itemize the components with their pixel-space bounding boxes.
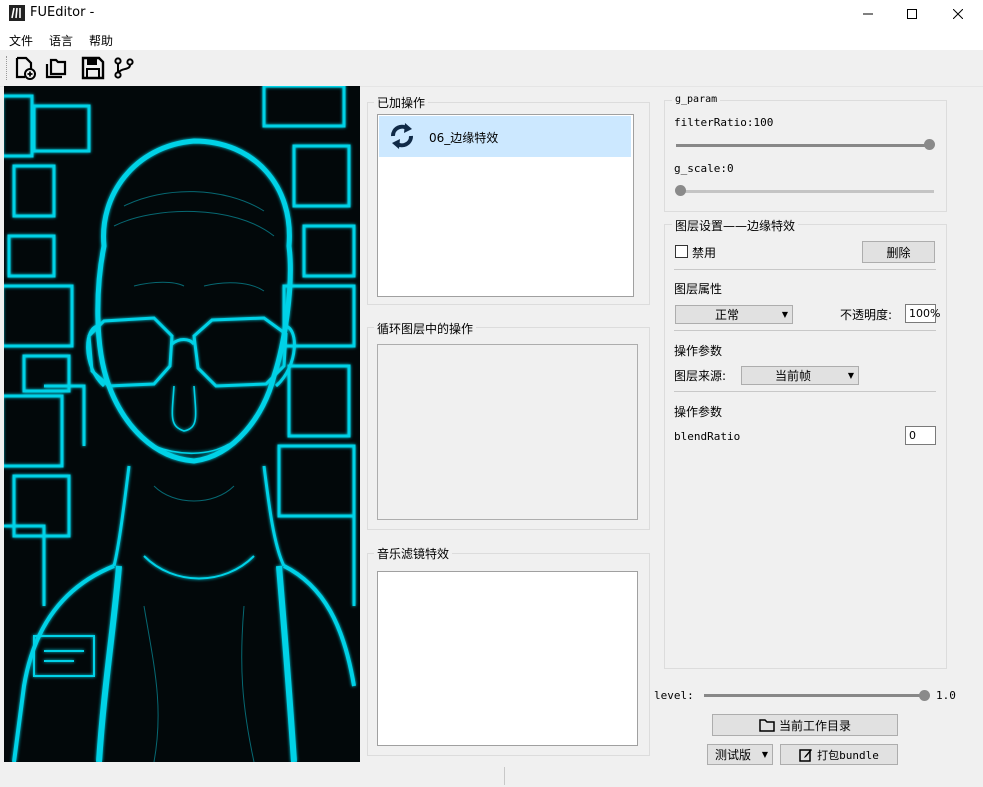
opacity-label: 不透明度: (840, 308, 893, 322)
layer-source-label: 图层来源: (674, 369, 727, 383)
level-value: 1.0 (936, 689, 956, 702)
music-filter-title: 音乐滤镜特效 (374, 545, 453, 562)
blend-ratio-input[interactable]: 0 (905, 426, 936, 445)
blend-mode-select[interactable]: 正常 ▼ (675, 305, 793, 324)
workdir-label: 当前工作目录 (778, 718, 851, 733)
pack-bundle-label: 打包bundle (817, 748, 879, 762)
chevron-down-icon: ▼ (781, 310, 789, 319)
opacity-input[interactable]: 100% (905, 304, 940, 323)
added-ops-title: 已加操作 (374, 94, 429, 111)
divider (674, 269, 936, 270)
version-select[interactable]: 测试版 ▼ (707, 744, 773, 765)
level-slider[interactable] (704, 694, 926, 697)
new-file-icon (15, 56, 36, 80)
new-file-button[interactable] (12, 55, 38, 81)
disable-checkbox[interactable] (675, 245, 688, 258)
level-slider-handle[interactable] (919, 690, 930, 701)
g-scale-slider-handle[interactable] (675, 185, 686, 196)
title-bar: FUEditor - (0, 0, 983, 28)
minimize-button[interactable] (845, 0, 891, 28)
preview-canvas[interactable] (4, 86, 360, 762)
level-label: level: (654, 689, 694, 702)
delete-button[interactable]: 删除 (862, 241, 935, 263)
save-button[interactable] (80, 55, 106, 81)
edit-icon (799, 748, 813, 762)
blend-ratio-label: blendRatio (674, 430, 741, 443)
g-scale-slider[interactable] (676, 190, 934, 193)
open-folder-button[interactable] (43, 55, 69, 81)
layer-props-title: 图层属性 (674, 282, 723, 296)
minimize-icon (863, 13, 873, 15)
open-folder-icon (45, 58, 67, 79)
blend-mode-value: 正常 (714, 308, 739, 322)
branch-icon (114, 57, 134, 79)
window-title: FUEditor - (30, 5, 95, 20)
status-divider (504, 767, 505, 785)
op-item-label: 06_边缘特效 (429, 131, 499, 145)
close-button[interactable] (935, 0, 981, 28)
loop-ops-list[interactable] (377, 344, 638, 520)
op-list-item[interactable]: 06_边缘特效 (379, 116, 631, 157)
close-icon (953, 9, 963, 19)
menu-language[interactable]: 语言 (49, 32, 73, 49)
filter-ratio-slider[interactable] (676, 144, 934, 147)
workdir-button[interactable]: 当前工作目录 (712, 714, 898, 736)
chevron-down-icon: ▼ (847, 371, 855, 380)
maximize-icon (907, 9, 917, 19)
g-scale-label: g_scale:0 (674, 162, 734, 175)
loop-ops-title: 循环图层中的操作 (374, 320, 477, 337)
layer-settings-title: 图层设置——边缘特效 (672, 217, 799, 234)
divider (674, 330, 936, 331)
toolbar (0, 50, 983, 87)
op-params-title-2: 操作参数 (674, 405, 723, 419)
menu-help[interactable]: 帮助 (89, 32, 113, 49)
filter-ratio-slider-handle[interactable] (924, 139, 935, 150)
disable-label: 禁用 (692, 246, 717, 260)
pack-bundle-button[interactable]: 打包bundle (780, 744, 898, 765)
added-ops-list[interactable]: 06_边缘特效 (377, 114, 634, 297)
refresh-icon (391, 123, 413, 149)
folder-icon (759, 719, 775, 732)
branch-button[interactable] (111, 55, 137, 81)
op-params-title: 操作参数 (674, 344, 723, 358)
music-filter-list[interactable] (377, 571, 638, 746)
g-param-title: g_param (672, 94, 721, 105)
save-icon (81, 56, 105, 80)
status-bar (0, 765, 983, 787)
edge-effect-preview-image (4, 86, 360, 762)
filter-ratio-label: filterRatio:100 (674, 116, 774, 129)
toolbar-grip[interactable] (6, 56, 9, 80)
divider (674, 391, 936, 392)
layer-source-select[interactable]: 当前帧 ▼ (741, 366, 859, 385)
version-value: 测试版 (714, 748, 751, 762)
menu-bar: 文件 语言 帮助 (0, 28, 983, 50)
layer-source-value: 当前帧 (774, 369, 811, 383)
chevron-down-icon: ▼ (761, 750, 769, 759)
app-logo-icon (9, 5, 25, 21)
menu-file[interactable]: 文件 (9, 32, 33, 49)
maximize-button[interactable] (889, 0, 935, 28)
